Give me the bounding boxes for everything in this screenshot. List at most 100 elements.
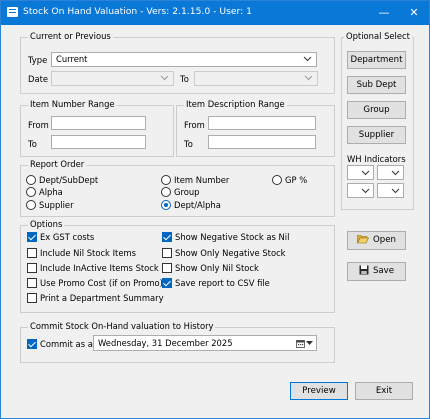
sub-dept-button[interactable]: Sub Dept xyxy=(347,76,406,94)
chevron-down-icon xyxy=(160,75,169,81)
report-order-item-number-label: Item Number xyxy=(174,175,230,185)
calendar-icon xyxy=(296,340,305,348)
commit-date-picker[interactable]: Wednesday, 31 December 2025 xyxy=(93,335,317,351)
item-description-to-label: To xyxy=(184,139,193,149)
window-title: Stock On Hand Valuation - Vers: 2.1.15.0… xyxy=(23,6,252,17)
report-order-alpha-radio[interactable] xyxy=(26,187,36,197)
to-date-select[interactable] xyxy=(194,71,318,86)
optional-select-legend: Optional Select xyxy=(344,31,412,41)
supplier-button-label: Supplier xyxy=(358,130,395,140)
date-select[interactable] xyxy=(51,71,174,86)
item-number-from-input[interactable] xyxy=(51,116,146,130)
report-order-dept-alpha-radio[interactable] xyxy=(161,200,171,210)
include-inactive-label: Include InActive Items Stock xyxy=(40,263,159,273)
department-button-label: Department xyxy=(350,55,403,65)
report-order-dept-subdept-radio[interactable] xyxy=(26,175,36,185)
chevron-down-icon xyxy=(303,56,312,62)
type-select[interactable]: Current xyxy=(51,52,317,67)
item-number-to-input[interactable] xyxy=(51,135,146,149)
commit-legend: Commit Stock On-Hand valuation to Histor… xyxy=(28,321,216,331)
wh-indicator-select-3[interactable] xyxy=(347,183,374,198)
report-order-dept-alpha-label: Dept/Alpha xyxy=(174,200,221,210)
minimize-button[interactable]: — xyxy=(373,3,395,22)
item-description-to-input[interactable] xyxy=(208,135,316,149)
item-number-range-group: Item Number Range xyxy=(20,99,174,157)
commit-checkbox[interactable] xyxy=(27,339,37,349)
open-button-label: Open xyxy=(373,235,396,245)
options-legend: Options xyxy=(28,219,65,229)
show-only-negative-label: Show Only Negative Stock xyxy=(175,248,286,258)
main-window: Stock On Hand Valuation - Vers: 2.1.15.0… xyxy=(0,0,430,419)
print-department-summary-label: Print a Department Summary xyxy=(40,293,164,303)
ex-gst-costs-label: Ex GST costs xyxy=(40,232,95,242)
print-department-summary-checkbox[interactable] xyxy=(27,293,37,303)
open-button[interactable]: Open xyxy=(347,231,406,250)
exit-button[interactable]: Exit xyxy=(355,382,413,400)
commit-checkbox-label: Commit as at: xyxy=(40,339,99,349)
type-select-value: Current xyxy=(56,54,88,64)
preview-button-label: Preview xyxy=(302,386,336,396)
wh-indicator-select-1[interactable] xyxy=(347,165,374,180)
date-label: Date xyxy=(28,74,49,84)
item-number-range-legend: Item Number Range xyxy=(28,99,117,109)
app-icon xyxy=(7,7,18,17)
title-bar: Stock On Hand Valuation - Vers: 2.1.15.0… xyxy=(1,1,429,25)
report-order-supplier-label: Supplier xyxy=(39,200,74,210)
report-order-item-number-radio[interactable] xyxy=(161,175,171,185)
show-negative-as-nil-checkbox[interactable] xyxy=(162,232,172,242)
preview-button[interactable]: Preview xyxy=(290,382,348,400)
item-description-range-legend: Item Description Range xyxy=(184,99,287,109)
item-description-from-input[interactable] xyxy=(208,116,316,130)
sub-dept-button-label: Sub Dept xyxy=(356,80,397,90)
chevron-down-icon xyxy=(304,75,313,81)
report-order-dept-subdept-label: Dept/SubDept xyxy=(39,175,99,185)
floppy-disk-icon xyxy=(359,265,369,275)
report-order-legend: Report Order xyxy=(28,159,87,169)
chevron-down-icon xyxy=(391,188,400,194)
report-order-gp-label: GP % xyxy=(285,175,308,185)
chevron-down-icon xyxy=(361,188,370,194)
show-only-negative-checkbox[interactable] xyxy=(162,248,172,258)
use-promo-cost-label: Use Promo Cost (if on Promo) xyxy=(40,278,163,288)
save-report-csv-label: Save report to CSV file xyxy=(175,278,270,288)
use-promo-cost-checkbox[interactable] xyxy=(27,278,37,288)
item-number-to-label: To xyxy=(28,139,37,149)
supplier-button[interactable]: Supplier xyxy=(347,126,406,144)
commit-date-value: Wednesday, 31 December 2025 xyxy=(98,338,233,348)
report-order-alpha-label: Alpha xyxy=(39,187,63,197)
close-button[interactable]: ✕ xyxy=(403,3,425,22)
close-icon: ✕ xyxy=(409,6,419,19)
chevron-down-icon xyxy=(361,170,370,176)
report-order-supplier-radio[interactable] xyxy=(26,200,36,210)
type-label: Type xyxy=(28,55,48,65)
current-or-previous-legend: Current or Previous xyxy=(28,31,113,41)
include-inactive-checkbox[interactable] xyxy=(27,263,37,273)
ex-gst-costs-checkbox[interactable] xyxy=(27,232,37,242)
chevron-down-icon xyxy=(306,341,313,345)
group-button-label: Group xyxy=(363,105,390,115)
include-nil-stock-label: Include Nil Stock Items xyxy=(40,248,136,258)
chevron-down-icon xyxy=(391,170,400,176)
minimize-icon: — xyxy=(378,6,390,19)
item-description-range-group: Item Description Range xyxy=(176,99,335,157)
item-description-from-label: From xyxy=(184,120,205,130)
exit-button-label: Exit xyxy=(375,386,393,396)
save-button[interactable]: Save xyxy=(347,262,406,281)
wh-indicators-label: WH Indicators xyxy=(347,154,406,164)
folder-open-icon xyxy=(357,235,370,244)
show-only-nil-label: Show Only Nil Stock xyxy=(175,263,259,273)
item-number-from-label: From xyxy=(28,120,49,130)
show-negative-as-nil-label: Show Negative Stock as Nil xyxy=(175,232,290,242)
report-order-gp-radio[interactable] xyxy=(272,175,282,185)
group-button[interactable]: Group xyxy=(347,101,406,119)
report-order-group-label: Group xyxy=(174,187,200,197)
to-date-label: To xyxy=(180,74,189,84)
wh-indicator-select-4[interactable] xyxy=(377,183,404,198)
wh-indicator-select-2[interactable] xyxy=(377,165,404,180)
save-report-csv-checkbox[interactable] xyxy=(162,278,172,288)
show-only-nil-checkbox[interactable] xyxy=(162,263,172,273)
report-order-group-radio[interactable] xyxy=(161,187,171,197)
save-button-label: Save xyxy=(372,266,395,276)
department-button[interactable]: Department xyxy=(347,51,406,69)
include-nil-stock-checkbox[interactable] xyxy=(27,248,37,258)
